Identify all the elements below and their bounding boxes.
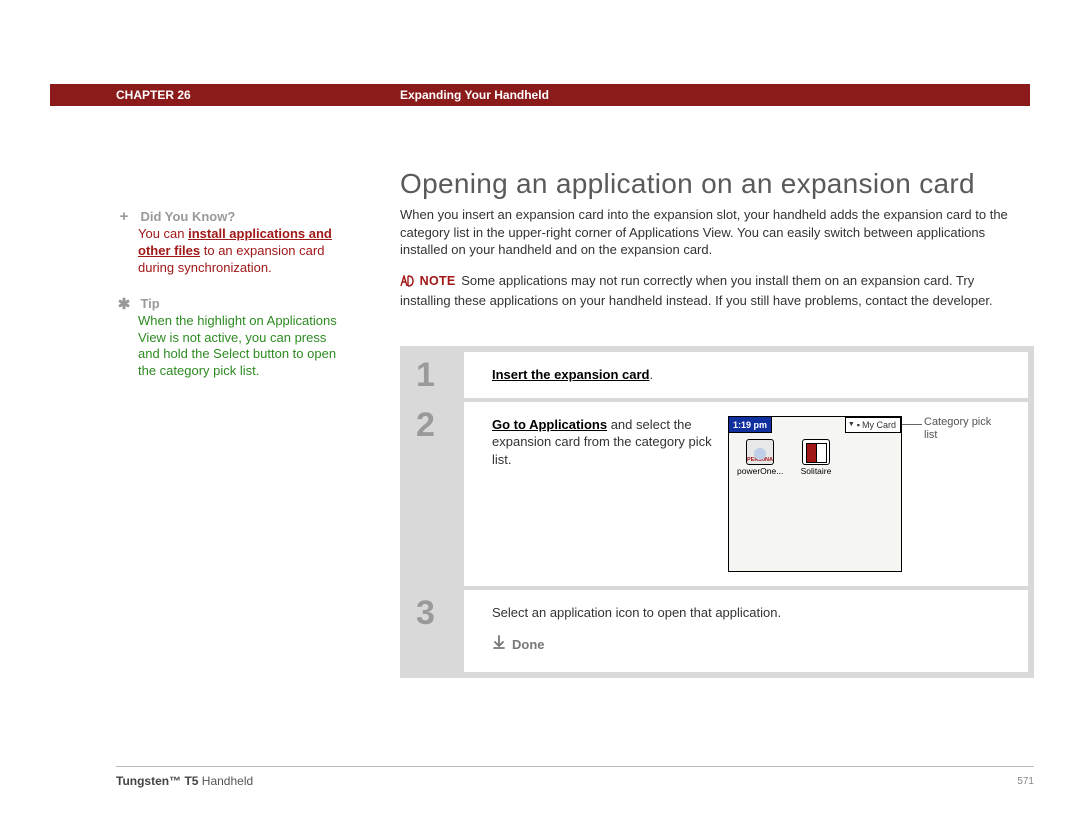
app-powerone[interactable]: PERS0NAL powerOne... [737, 439, 783, 477]
down-arrow-icon [492, 635, 506, 654]
tip-title: Tip [140, 296, 159, 311]
did-you-know-body: You can install applications and other f… [138, 226, 342, 277]
step-3-text: Select an application icon to open that … [492, 604, 1014, 622]
step-1-body: Insert the expansion card. [464, 352, 1028, 398]
insert-card-link[interactable]: Insert the expansion card [492, 367, 650, 382]
sidebar: + Did You Know? You can install applicat… [116, 208, 342, 398]
footer-rule [116, 766, 1034, 767]
footer-product-rest: Handheld [198, 774, 253, 788]
page-number: 571 [1017, 776, 1034, 787]
footer-product-bold: Tungsten™ T5 [116, 774, 198, 788]
dyk-pre: You can [138, 226, 188, 241]
did-you-know-title: Did You Know? [140, 209, 235, 224]
callout-leader-line [902, 424, 922, 425]
powerone-icon: PERS0NAL [746, 439, 774, 465]
note-block: NOTE Some applications may not run corre… [400, 272, 1016, 309]
step-2-body: Go to Applications and select the expans… [464, 402, 1028, 586]
category-picklist[interactable]: ▼ ▪ My Card [845, 417, 901, 433]
step-2-figure: 1:19 pm ▼ ▪ My Card PERS0NAL [728, 416, 902, 572]
note-label: NOTE [420, 274, 456, 288]
step-1-tail: . [650, 367, 654, 382]
page-heading: Opening an application on an expansion c… [400, 168, 975, 200]
screenshot-time: 1:19 pm [729, 417, 772, 433]
footer-product: Tungsten™ T5 Handheld [116, 774, 253, 788]
did-you-know-block: + Did You Know? You can install applicat… [116, 208, 342, 277]
step-3-number: 3 [404, 588, 464, 674]
step-2-number: 2 [404, 400, 464, 588]
steps-container: 1 Insert the expansion card. 2 Go to App… [400, 346, 1034, 678]
done-indicator: Done [492, 635, 1014, 654]
step-3-row: 3 Select an application icon to open tha… [404, 588, 1030, 674]
step-1-number: 1 [404, 350, 464, 400]
section-title: Expanding Your Handheld [400, 88, 549, 102]
handheld-screenshot: 1:19 pm ▼ ▪ My Card PERS0NAL [728, 416, 902, 572]
chapter-label: CHAPTER 26 [116, 88, 191, 102]
step-3-body: Select an application icon to open that … [464, 590, 1028, 672]
header-bar: CHAPTER 26 Expanding Your Handheld [50, 84, 1030, 106]
tip-block: ✱ Tip When the highlight on Applications… [116, 295, 342, 381]
intro-paragraph: When you insert an expansion card into t… [400, 206, 1016, 259]
app-powerone-label: powerOne... [737, 466, 783, 476]
step-1-row: 1 Insert the expansion card. [404, 350, 1030, 400]
app-solitaire[interactable]: Solitaire [793, 439, 839, 477]
asterisk-icon: ✱ [116, 295, 132, 313]
callout-label: Category pick list [924, 416, 1004, 442]
go-to-applications-link[interactable]: Go to Applications [492, 417, 607, 432]
note-icon [400, 274, 414, 292]
solitaire-icon [802, 439, 830, 465]
category-label: My Card [862, 419, 896, 431]
tip-body: When the highlight on Applications View … [138, 313, 342, 381]
step-2-row: 2 Go to Applications and select the expa… [404, 400, 1030, 588]
step-2-text: Go to Applications and select the expans… [492, 416, 712, 469]
plus-icon: + [116, 208, 132, 225]
manual-page: CHAPTER 26 Expanding Your Handheld Openi… [0, 0, 1080, 834]
card-indicator-icon: ▪ [857, 419, 860, 431]
app-solitaire-label: Solitaire [801, 466, 832, 476]
note-text: Some applications may not run correctly … [400, 273, 993, 308]
dropdown-triangle-icon: ▼ [848, 420, 855, 429]
done-label: Done [512, 636, 545, 654]
